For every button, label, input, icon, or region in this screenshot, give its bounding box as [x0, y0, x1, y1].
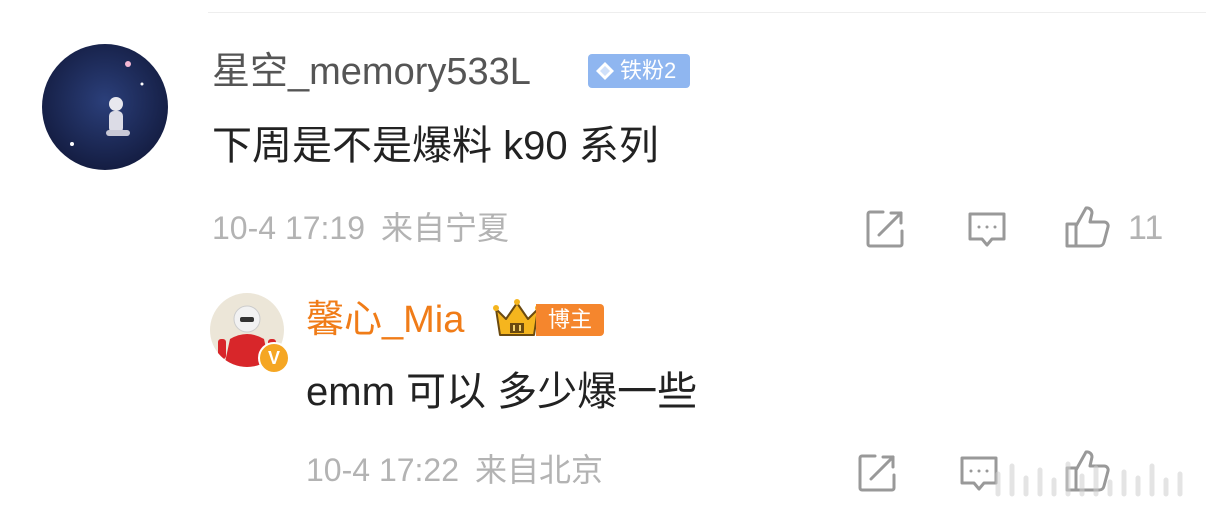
blogger-role-badge: 博主	[536, 304, 604, 336]
reply-date: 10-4 17:22	[306, 452, 460, 488]
watermark-graphic	[992, 456, 1192, 503]
reply-location: 来自北京	[475, 452, 604, 488]
comment-meta: 10-4 17:19 来自宁夏	[212, 206, 509, 250]
fan-badge-label: 铁粉2	[620, 58, 677, 83]
commenter-username[interactable]: 星空_memory533L	[212, 48, 531, 96]
reply-icon[interactable]	[966, 210, 1008, 255]
comment-text: 下周是不是爆料 k90 系列	[212, 124, 659, 168]
comment-date: 10-4 17:19	[212, 210, 366, 246]
reply-text: emm 可以 多少爆一些	[306, 370, 698, 414]
top-divider	[208, 12, 1206, 13]
diamond-icon	[594, 60, 616, 82]
commenter-avatar[interactable]	[42, 44, 168, 170]
share-icon[interactable]	[856, 452, 898, 499]
crown-icon	[492, 297, 542, 344]
like-icon[interactable]	[1064, 204, 1112, 255]
like-count: 11	[1128, 209, 1164, 247]
comment-location: 来自宁夏	[381, 210, 510, 246]
blogger-username[interactable]: 馨心_Mia	[306, 296, 464, 344]
verified-badge: V	[258, 342, 290, 374]
reply-meta: 10-4 17:22 来自北京	[306, 448, 603, 492]
share-icon[interactable]	[864, 208, 906, 255]
fan-level-badge: 铁粉2	[588, 54, 690, 88]
